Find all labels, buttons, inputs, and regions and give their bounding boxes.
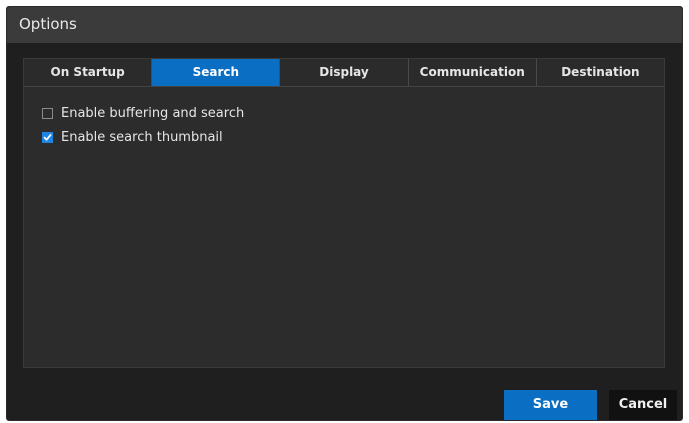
- dialog-title: Options: [19, 15, 77, 33]
- enable-buffering-option[interactable]: Enable buffering and search: [42, 103, 244, 123]
- tab-on-startup[interactable]: On Startup: [24, 59, 153, 86]
- tab-communication[interactable]: Communication: [408, 59, 537, 86]
- check-icon: [43, 133, 52, 141]
- enable-buffering-label: Enable buffering and search: [61, 105, 245, 121]
- tab-search[interactable]: Search: [152, 59, 281, 86]
- options-panel: On Startup Search Display Communication …: [23, 58, 665, 368]
- tab-destination[interactable]: Destination: [536, 59, 665, 86]
- enable-thumbnail-checkbox[interactable]: [42, 131, 53, 143]
- tab-display[interactable]: Display: [280, 59, 409, 86]
- cancel-button[interactable]: Cancel: [609, 390, 677, 420]
- search-options-list: Enable buffering and search Enable searc…: [42, 103, 244, 151]
- tab-bar: On Startup Search Display Communication …: [24, 59, 665, 87]
- enable-thumbnail-option[interactable]: Enable search thumbnail: [42, 127, 244, 147]
- save-button[interactable]: Save: [504, 390, 597, 420]
- enable-thumbnail-label: Enable search thumbnail: [61, 129, 223, 145]
- dialog-titlebar: Options: [7, 7, 682, 43]
- enable-buffering-checkbox[interactable]: [42, 107, 53, 119]
- options-dialog: Options On Startup Search Display Commun…: [6, 6, 683, 421]
